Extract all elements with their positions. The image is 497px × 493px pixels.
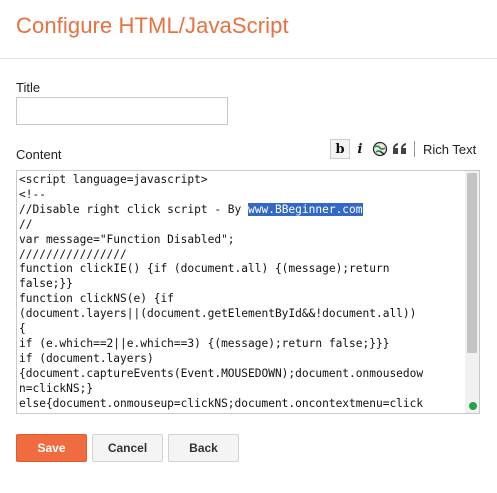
cancel-button[interactable]: Cancel xyxy=(92,434,163,462)
save-button[interactable]: Save xyxy=(16,434,87,462)
quote-button[interactable] xyxy=(390,139,410,159)
page-title: Configure HTML/JavaScript xyxy=(16,13,289,38)
content-label: Content xyxy=(16,147,62,162)
title-input[interactable] xyxy=(16,97,228,125)
content-textarea[interactable]: <script language=javascript> <!-- //Disa… xyxy=(16,170,480,414)
title-label: Title xyxy=(16,80,41,95)
title-bar: Configure HTML/JavaScript xyxy=(0,0,497,59)
vertical-scrollbar[interactable] xyxy=(465,171,479,413)
editor-toolbar: b i Rich Text xyxy=(330,138,476,160)
scrollbar-thumb[interactable] xyxy=(467,173,477,353)
code-content: <script language=javascript> <!-- //Disa… xyxy=(19,173,467,412)
rich-text-link[interactable]: Rich Text xyxy=(423,142,476,157)
italic-button[interactable]: i xyxy=(350,139,370,159)
bold-button[interactable]: b xyxy=(330,139,350,159)
grammar-status-icon xyxy=(469,402,477,410)
code-text-after: // var message="Function Disabled"; ////… xyxy=(19,217,424,410)
selected-text: www.BBeginner.com xyxy=(248,202,363,216)
quote-icon xyxy=(393,143,406,154)
link-button[interactable] xyxy=(370,139,390,159)
toolbar-divider xyxy=(414,141,415,157)
back-button[interactable]: Back xyxy=(168,434,239,462)
code-text-before: <script language=javascript> <!-- //Disa… xyxy=(19,173,242,216)
link-globe-icon xyxy=(372,141,388,157)
